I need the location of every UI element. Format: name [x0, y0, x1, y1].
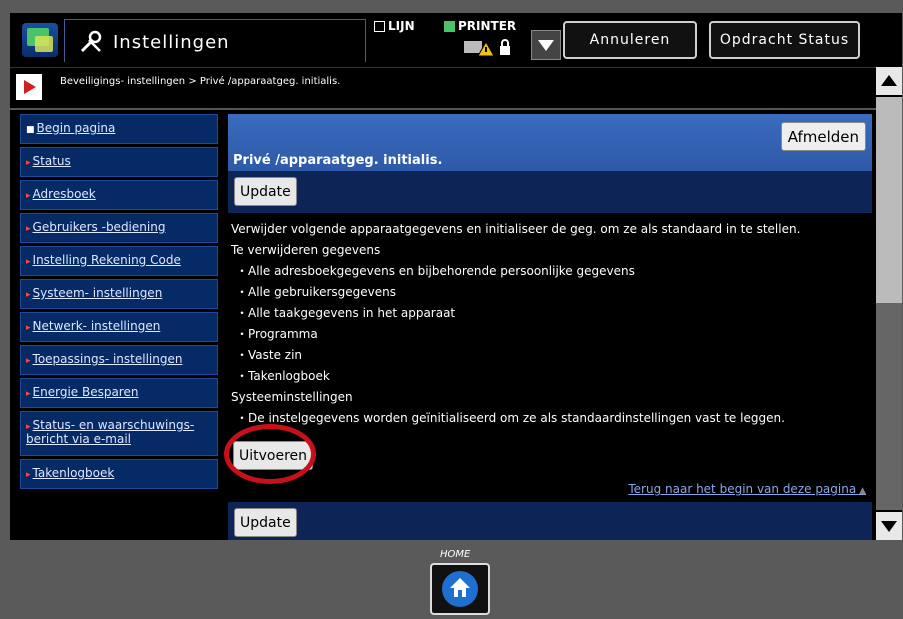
list-item: ・Alle gebruikersgegevens: [236, 285, 396, 299]
sidebar-item-label[interactable]: Netwerk- instellingen: [33, 319, 161, 333]
home-icon: [450, 578, 470, 597]
sidebar-item-label[interactable]: Systeem- instellingen: [33, 286, 163, 300]
sidebar-item-begin-pagina[interactable]: ■ Begin pagina: [20, 114, 218, 144]
sidebar-item-status[interactable]: ▸ Status: [20, 147, 218, 177]
sidebar-item-gebruikers[interactable]: ▸ Gebruikers -bediening: [20, 213, 218, 243]
delete-heading: Te verwijderen gegevens: [231, 243, 381, 257]
page-title: Privé /apparaatgeg. initialis.: [233, 153, 443, 168]
device-screen: Instellingen LIJN PRINTER Annuleren Opdr…: [10, 13, 902, 540]
logout-button[interactable]: Afmelden: [780, 122, 866, 151]
sidebar-item-email-bericht[interactable]: ▸ Status- en waarschuwings- bericht via e…: [20, 411, 218, 456]
content-header: Afmelden Privé /apparaatgeg. initialis.: [228, 114, 872, 171]
update-bar-top: Update: [228, 171, 872, 213]
top-bar: Instellingen LIJN PRINTER Annuleren Opdr…: [10, 13, 902, 65]
page-title-header: Instellingen: [113, 32, 230, 53]
sidebar-item-label[interactable]: Status- en waarschuwings- bericht via e-…: [26, 418, 194, 446]
system-heading: Systeeminstellingen: [231, 390, 353, 404]
line-label: LIJN: [388, 19, 415, 33]
title-area: Instellingen: [64, 19, 366, 62]
intro-text: Verwijder volgende apparaatgegevens en i…: [231, 222, 801, 236]
cancel-button[interactable]: Annuleren: [563, 21, 697, 59]
list-item: ・Alle adresboekgegevens en bijbehorende …: [236, 264, 635, 278]
sidebar-item-adresboek[interactable]: ▸ Adresboek: [20, 180, 218, 210]
highlight-circle: [224, 424, 316, 484]
list-item: ・Programma: [236, 327, 318, 341]
list-item: ・Alle taakgegevens in het apparaat: [236, 306, 456, 320]
printer-label: PRINTER: [458, 19, 517, 33]
job-status-button[interactable]: Opdracht Status: [709, 21, 860, 59]
breadcrumb: Beveiligings- instellingen > Privé /appa…: [60, 76, 341, 87]
sidebar-item-energie[interactable]: ▸ Energie Besparen: [20, 378, 218, 408]
printer-status: PRINTER: [444, 19, 516, 33]
update-button-top[interactable]: Update: [234, 177, 297, 206]
sidebar-item-rekening-code[interactable]: ▸ Instelling Rekening Code: [20, 246, 218, 276]
sidebar-item-label[interactable]: Takenlogboek: [33, 466, 115, 480]
line-status: LIJN: [374, 19, 415, 33]
scroll-down-icon[interactable]: [876, 512, 902, 540]
sidebar-item-label[interactable]: Toepassings- instellingen: [33, 352, 183, 366]
status-dropdown-button[interactable]: [531, 30, 561, 60]
sidebar-item-label[interactable]: Adresboek: [33, 187, 96, 201]
sidebar: ■ Begin pagina ▸ Status ▸ Adresboek ▸ Gebrui…: [20, 114, 218, 492]
list-item: ・Vaste zin: [236, 348, 303, 362]
scroll-up-icon[interactable]: [876, 67, 902, 95]
printer-warning-lock-icon: [464, 39, 510, 57]
home-button[interactable]: [430, 563, 490, 615]
wrench-screwdriver-icon: [80, 30, 102, 53]
sidebar-item-systeem[interactable]: ▸ Systeem- instellingen: [20, 279, 218, 309]
sidebar-item-label[interactable]: Energie Besparen: [33, 385, 139, 399]
scrollbar[interactable]: [876, 67, 902, 540]
sidebar-item-label[interactable]: Gebruikers -bediening: [33, 220, 166, 234]
update-button-bottom[interactable]: Update: [234, 508, 297, 537]
sidebar-item-toepassings[interactable]: ▸ Toepassings- instellingen: [20, 345, 218, 375]
list-item: ・De instelgegevens worden geïnitialiseer…: [236, 411, 785, 425]
update-bar-bottom: Update: [228, 502, 872, 540]
scroll-thumb[interactable]: [876, 97, 902, 303]
home-label: HOME: [440, 549, 471, 560]
line-checkbox-icon: [374, 20, 385, 32]
sidebar-item-label[interactable]: Status: [33, 154, 71, 168]
play-arrow-icon[interactable]: [16, 74, 42, 100]
sidebar-item-label[interactable]: Instelling Rekening Code: [33, 253, 181, 267]
app-switch-icon[interactable]: [22, 23, 58, 57]
printer-indicator-icon: [444, 20, 455, 32]
main-content: Afmelden Privé /apparaatgeg. initialis. …: [224, 114, 872, 540]
breadcrumb-bar: Beveiligings- instellingen > Privé /appa…: [10, 67, 876, 110]
sidebar-item-label[interactable]: Begin pagina: [37, 121, 116, 135]
list-item: ・Takenlogboek: [236, 369, 330, 383]
sidebar-item-takenlogboek[interactable]: ▸ Takenlogboek: [20, 459, 218, 489]
back-to-top-link[interactable]: Terug naar het begin van deze pagina: [628, 482, 866, 496]
description-text: Verwijder volgende apparaatgegevens en i…: [231, 219, 800, 429]
sidebar-item-netwerk[interactable]: ▸ Netwerk- instellingen: [20, 312, 218, 342]
